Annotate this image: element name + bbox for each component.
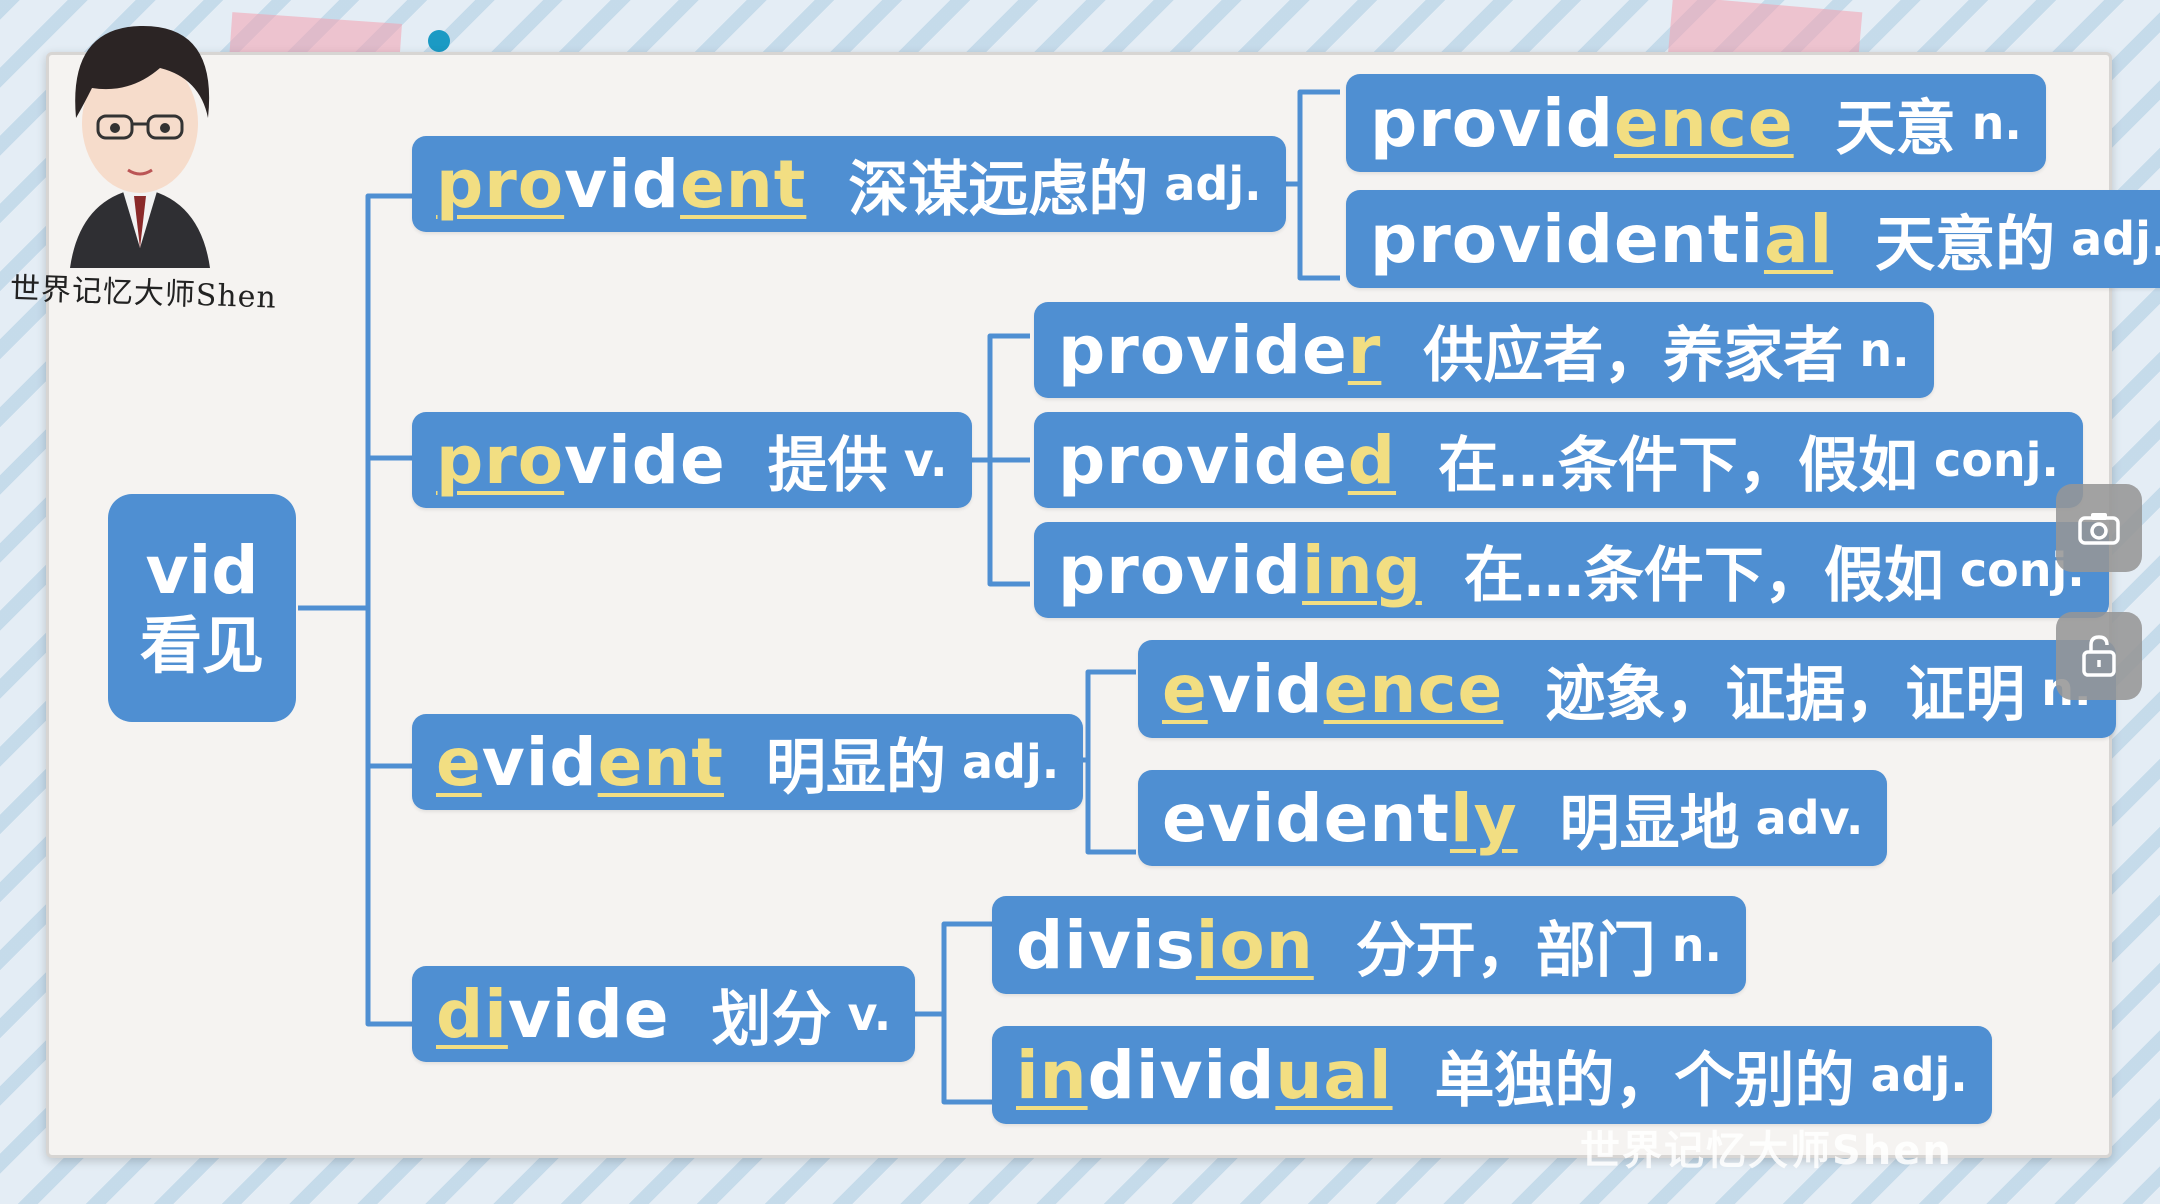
word-meaning: 单独的，个别的	[1434, 1045, 1855, 1116]
word-evidence: evidence迹象，证据，证明n.	[1138, 640, 2116, 738]
word-meaning: 深谋远虑的	[848, 154, 1149, 225]
word-meaning: 明显的	[765, 732, 946, 803]
part-of-speech: adv.	[1755, 791, 1864, 845]
highlighted-morpheme: ly	[1449, 779, 1518, 857]
word-providing: providing 在…条件下，假如 conj.	[1034, 522, 2109, 618]
avatar-illustration	[70, 25, 210, 268]
word-providential: providential 天意的 adj.	[1346, 190, 2160, 288]
word-english: providing	[1058, 532, 1422, 609]
part-of-speech: adj.	[1164, 157, 1262, 211]
part-of-speech: n.	[1671, 918, 1722, 972]
morpheme: providenti	[1370, 200, 1764, 278]
part-of-speech: adj.	[961, 735, 1060, 789]
camera-button[interactable]	[2056, 484, 2142, 572]
part-of-speech: adj.	[2071, 212, 2160, 266]
word-evident: evident 明显的 adj.	[412, 714, 1084, 810]
morpheme: provide	[1058, 311, 1348, 389]
highlighted-morpheme: ing	[1302, 531, 1422, 609]
morpheme: evident	[1162, 779, 1450, 857]
word-english: provident	[436, 146, 806, 223]
word-english: divide	[436, 976, 670, 1053]
morpheme: vide	[564, 421, 726, 499]
word-meaning: 划分	[711, 984, 832, 1055]
morpheme: divid	[1087, 1036, 1276, 1114]
word-meaning: 分开，部门	[1355, 915, 1656, 986]
root-chinese: 看见	[139, 609, 264, 682]
word-meaning: 供应者，养家者	[1423, 320, 1844, 391]
word-provident: provident 深谋远虑的 adj.	[412, 136, 1286, 232]
word-meaning: 迹象，证据，证明	[1545, 659, 2026, 730]
word-division: division 分开，部门 n.	[992, 896, 1746, 994]
unlock-icon	[2082, 635, 2116, 677]
highlighted-morpheme: ual	[1275, 1036, 1393, 1114]
word-english: provide	[436, 422, 726, 499]
word-english: evident	[436, 724, 724, 801]
word-english: evidently	[1162, 780, 1518, 857]
part-of-speech: v.	[903, 433, 948, 487]
root-english: vid	[145, 532, 259, 609]
word-individual: individual 单独的，个别的 adj.	[992, 1026, 1992, 1124]
morpheme: provid	[1058, 531, 1303, 609]
word-divide: divide 划分 v.	[412, 966, 916, 1062]
word-english: evidence	[1162, 651, 1503, 728]
watermark: 世界记忆大师Shen	[1580, 1128, 1953, 1174]
highlighted-morpheme: ent	[680, 145, 807, 223]
word-english: providential	[1370, 201, 1833, 278]
highlighted-morpheme: r	[1347, 311, 1382, 389]
highlighted-morpheme: d	[1347, 421, 1397, 499]
word-english: providence	[1370, 85, 1794, 162]
signature: 世界记忆大师Shen	[9, 271, 278, 316]
highlighted-morpheme: e	[1162, 650, 1208, 728]
lock-button[interactable]	[2056, 612, 2142, 700]
word-meaning: 提供	[767, 430, 888, 501]
word-provider: provider 供应者，养家者 n.	[1034, 302, 1934, 398]
word-provide: provide 提供 v.	[412, 412, 972, 508]
camera-icon	[2078, 513, 2120, 545]
highlighted-morpheme: ence	[1614, 84, 1794, 162]
highlighted-morpheme: in	[1016, 1036, 1088, 1114]
word-meaning: 天意的	[1875, 209, 2056, 280]
morpheme: vide	[507, 975, 670, 1053]
highlighted-morpheme: ence	[1323, 650, 1504, 728]
morpheme: vid	[1207, 650, 1324, 728]
part-of-speech: conj.	[1934, 433, 2059, 487]
highlighted-morpheme: pro	[436, 145, 565, 223]
word-providence: providence 天意 n.	[1346, 74, 2046, 172]
part-of-speech: v.	[847, 987, 892, 1041]
part-of-speech: adj.	[1870, 1048, 1968, 1102]
highlighted-morpheme: e	[436, 723, 482, 801]
highlighted-morpheme: pro	[436, 421, 565, 499]
word-meaning: 在…条件下，假如	[1438, 430, 1919, 501]
part-of-speech: n.	[1859, 323, 1910, 377]
part-of-speech: n.	[1971, 96, 2022, 150]
word-english: individual	[1016, 1037, 1393, 1114]
word-meaning: 天意	[1835, 93, 1956, 164]
morpheme: vid	[564, 145, 681, 223]
word-meaning: 在…条件下，假如	[1463, 540, 1944, 611]
word-english: provided	[1058, 422, 1396, 499]
morpheme: provide	[1058, 421, 1348, 499]
highlighted-morpheme: ion	[1195, 906, 1314, 984]
word-meaning: 明显地	[1559, 788, 1740, 859]
morpheme: vid	[481, 723, 598, 801]
highlighted-morpheme: al	[1763, 200, 1834, 278]
word-english: provider	[1058, 312, 1381, 389]
morpheme: provid	[1370, 84, 1615, 162]
highlighted-morpheme: di	[436, 975, 508, 1053]
word-english: division	[1016, 907, 1314, 984]
morpheme: divis	[1016, 906, 1196, 984]
word-evidently: evidently 明显地 adv.	[1138, 770, 1888, 866]
root-node: vid 看见	[108, 494, 296, 722]
word-provided: provided 在…条件下，假如 conj.	[1034, 412, 2083, 508]
highlighted-morpheme: ent	[597, 723, 724, 801]
